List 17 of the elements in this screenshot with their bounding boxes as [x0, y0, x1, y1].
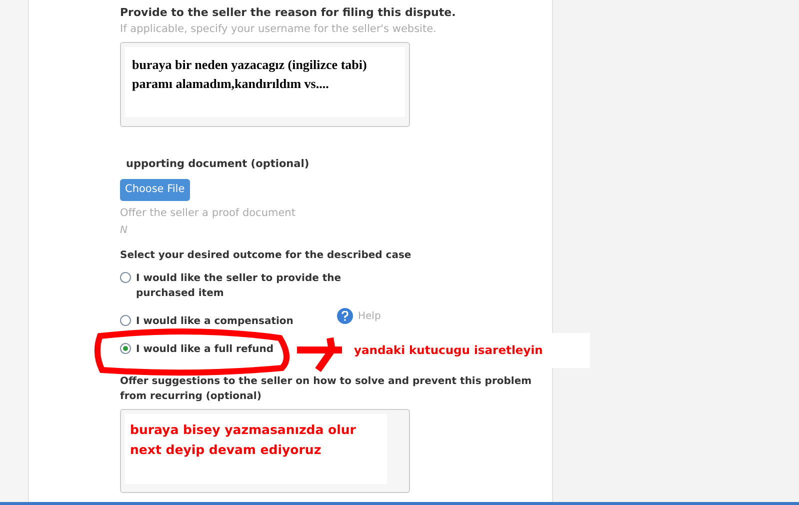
annotation-text: yandaki kutucugu isaretleyin: [354, 343, 543, 357]
option-label[interactable]: I would like a compensation: [136, 314, 294, 329]
section-title: Select your desired outcome for the described case: [120, 249, 412, 263]
hint-text: If applicable, specify your username for the seller's website.: [120, 22, 438, 36]
hint-text: Offer the seller a proof document: [120, 206, 296, 220]
radio-button[interactable]: [120, 272, 131, 283]
section-title: Provide to the seller the reason for filing this dispute.: [120, 6, 457, 20]
section-title: upporting document (optional): [126, 157, 310, 171]
radio-button[interactable]: [120, 315, 131, 326]
option-label[interactable]: I would like the seller to provide the purchased item: [136, 271, 370, 301]
option-label[interactable]: I would like a full refund: [136, 342, 274, 357]
help-icon: [337, 308, 353, 324]
radio-button[interactable]: [120, 343, 131, 354]
hint-text: N: [120, 224, 128, 238]
reason-field[interactable]: buraya bir neden yazacagız (ingilizce tabi) paramı alamadım,kandırıldım vs....: [120, 42, 410, 127]
suggestions-field[interactable]: buraya bisey yazmasanızda olur next deyip devam ediyoruz: [120, 409, 410, 493]
section-title: Offer suggestions to the seller on how to solve and prevent this problem from recurring (optional): [120, 375, 533, 404]
